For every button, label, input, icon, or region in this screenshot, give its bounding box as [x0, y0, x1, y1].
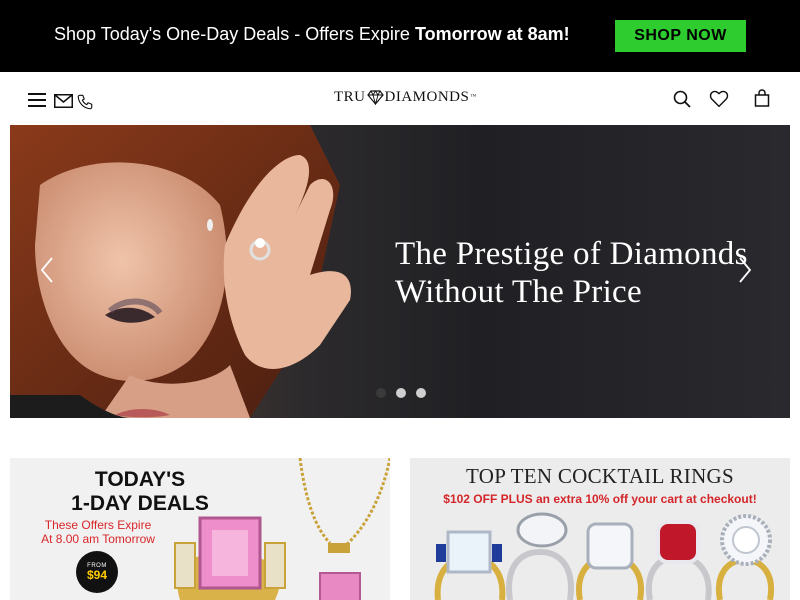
hero-model-image [10, 125, 351, 418]
chevron-left-icon[interactable] [36, 255, 58, 285]
deals-subtitle: These Offers Expire At 8.00 am Tomorrow [38, 518, 158, 546]
chevron-right-icon[interactable] [734, 255, 756, 285]
promo-message: Shop Today's One-Day Deals - Offers Expi… [54, 24, 570, 45]
rings-title: TOP TEN COCKTAIL RINGS [465, 464, 734, 488]
promo-message-text: Shop Today's One-Day Deals - Offers Expi… [54, 24, 415, 44]
price-badge: FROM $94 [76, 551, 118, 593]
hero-banner[interactable]: The Prestige of Diamonds Without The Pri… [10, 125, 790, 418]
promo-message-bold: Tomorrow at 8am! [414, 24, 570, 44]
heart-icon[interactable] [708, 89, 730, 109]
cocktail-rings-image [434, 512, 775, 600]
carousel-dots [376, 388, 426, 398]
deals-tile[interactable]: TODAY'S 1-DAY DEALS These Offers Expire … [10, 458, 390, 600]
hero-title-line-1: The Prestige of Diamonds [395, 236, 748, 272]
search-icon[interactable] [672, 89, 692, 109]
diamond-logo-icon [366, 89, 384, 105]
price-badge-amount: $94 [86, 567, 108, 582]
carousel-dot-1[interactable] [376, 388, 386, 398]
shop-now-button[interactable]: SHOP NOW [615, 20, 746, 52]
shopping-bag-icon[interactable] [752, 88, 772, 108]
promo-bar: Shop Today's One-Day Deals - Offers Expi… [0, 0, 800, 72]
site-header: TRU DIAMONDS ™ [0, 72, 800, 125]
deals-subtitle-line-1: These Offers Expire [44, 518, 152, 532]
rings-subtitle: $102 OFF PLUS an extra 10% off your cart… [443, 492, 757, 506]
site-logo[interactable]: TRU DIAMONDS ™ [334, 87, 477, 107]
logo-text-left: TRU [334, 88, 366, 105]
hero-title: The Prestige of Diamonds Without The Pri… [395, 235, 748, 311]
carousel-dot-2[interactable] [396, 388, 406, 398]
logo-trademark: ™ [470, 94, 477, 100]
hero-title-line-2: Without The Price [395, 274, 642, 310]
deals-subtitle-line-2: At 8.00 am Tomorrow [41, 532, 155, 546]
phone-icon[interactable] [75, 92, 95, 111]
mail-icon[interactable] [53, 93, 73, 109]
pink-jewelry-image [174, 458, 390, 600]
carousel-dot-3[interactable] [416, 388, 426, 398]
menu-icon[interactable] [27, 91, 47, 109]
logo-text-right: DIAMONDS [384, 88, 470, 105]
cocktail-rings-tile[interactable]: TOP TEN COCKTAIL RINGS $102 OFF PLUS an … [410, 458, 790, 600]
